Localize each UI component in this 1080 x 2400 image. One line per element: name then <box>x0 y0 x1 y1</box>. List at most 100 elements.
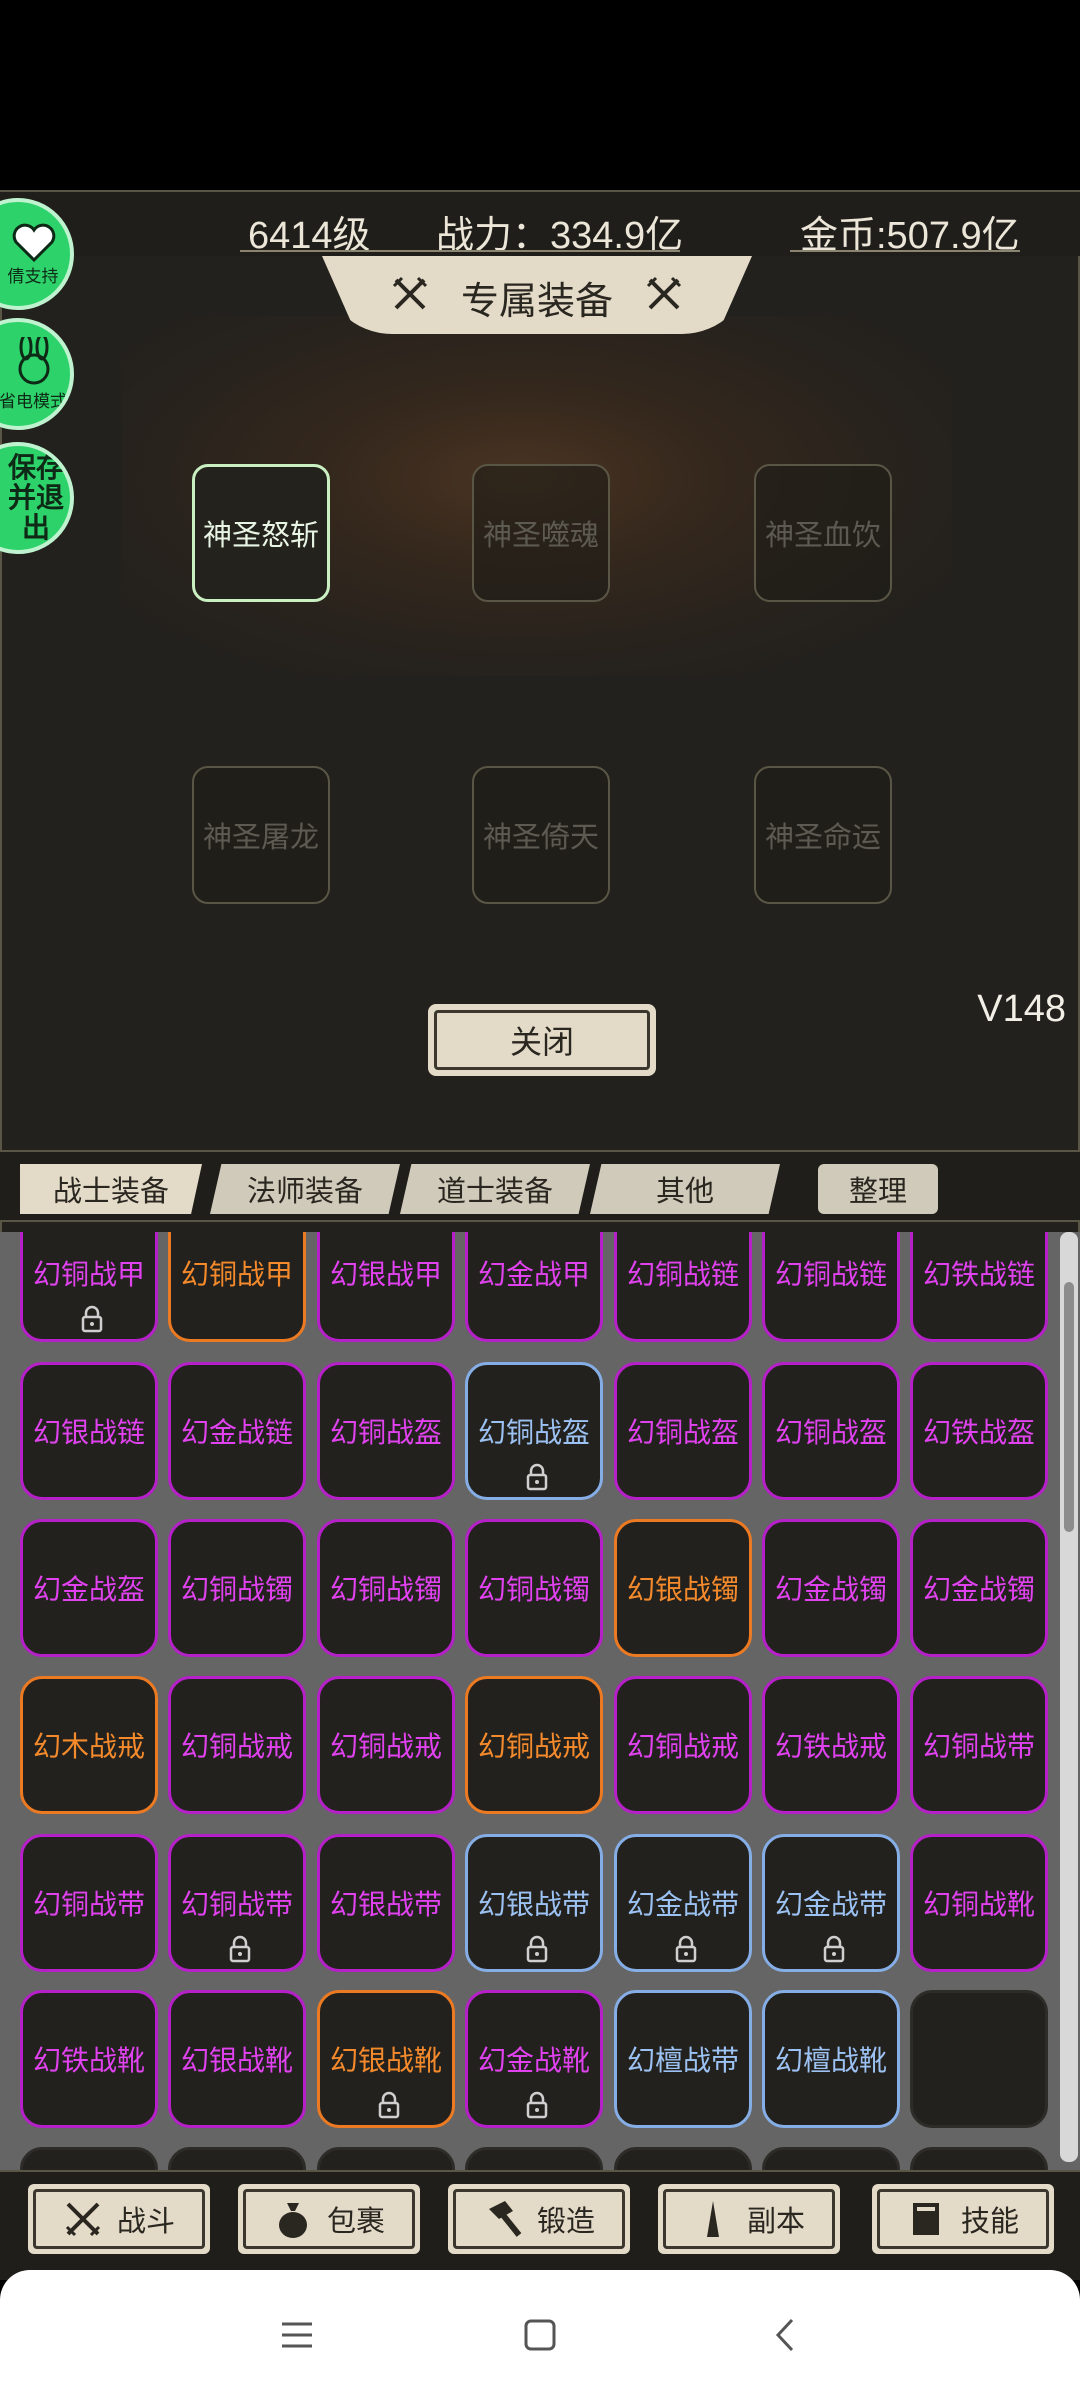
inventory-item[interactable]: 幻铜战镯 <box>465 1519 603 1657</box>
inventory-scrollbar[interactable] <box>1060 1232 1078 2162</box>
inventory-item[interactable]: 幻檀战带 <box>614 1990 752 2128</box>
inventory-item[interactable]: 幻铜战带 <box>168 1834 306 1972</box>
inventory-item[interactable]: 幻铜战靴 <box>910 1834 1048 1972</box>
inventory-item[interactable]: 幻金战带 <box>614 1834 752 1972</box>
nav-dungeon-button[interactable]: 副本 <box>658 2184 840 2254</box>
inventory-grid: 幻铜战甲 幻铜战甲 幻银战甲 幻金战甲 幻铜战链 幻铜战链 幻铁战链 幻银战链 幻金战链 幻铜战盔… <box>0 1232 1080 2172</box>
inventory-item[interactable]: 幻铜战链 <box>762 1232 900 1342</box>
close-button[interactable]: 关闭 <box>428 1004 656 1076</box>
inventory-item[interactable]: 幻银战靴 <box>168 1990 306 2128</box>
heart-icon <box>12 223 56 262</box>
tab-taoist-equipment[interactable]: 道士装备 <box>400 1164 590 1214</box>
stats-header: 6414级 战力：334.9亿 金币:507.9亿 <box>0 190 1080 257</box>
inventory-item[interactable]: 幻银战带 <box>317 1834 455 1972</box>
tab-other[interactable]: 其他 <box>590 1164 780 1214</box>
item-name: 幻金战镯 <box>922 1573 1035 1606</box>
exclusive-slot-6[interactable]: 神圣命运 <box>754 766 892 904</box>
inventory-item[interactable]: 幻铁战盔 <box>910 1362 1048 1500</box>
exclusive-slot-1[interactable]: 神圣怒斩 <box>192 464 330 602</box>
nav-battle-button[interactable]: 战斗 <box>28 2184 210 2254</box>
gold-divider <box>790 250 1020 252</box>
inventory-item[interactable]: 幻金战镯 <box>910 1519 1048 1657</box>
item-name: 幻檀战靴 <box>774 2044 887 2077</box>
nav-forge-button[interactable]: 锻造 <box>448 2184 630 2254</box>
inventory-item[interactable]: 幻银战带 <box>465 1834 603 1972</box>
nav-dungeon-label: 副本 <box>746 2204 805 2238</box>
exclusive-slot-3[interactable]: 神圣血饮 <box>754 464 892 602</box>
nav-skills-button[interactable]: 技能 <box>872 2184 1054 2254</box>
inventory-item[interactable] <box>168 2147 306 2172</box>
sort-button[interactable]: 整理 <box>818 1164 938 1214</box>
inventory-item[interactable] <box>614 2147 752 2172</box>
inventory-item[interactable]: 幻金战镯 <box>762 1519 900 1657</box>
lock-icon <box>526 1463 548 1491</box>
inventory-item[interactable]: 幻银战甲 <box>317 1232 455 1342</box>
inventory-item[interactable]: 幻铜战镯 <box>317 1519 455 1657</box>
inventory-item[interactable] <box>910 2147 1048 2172</box>
scrollbar-thumb[interactable] <box>1064 1282 1074 1532</box>
inventory-item[interactable]: 幻铜战戒 <box>317 1676 455 1814</box>
item-name: 幻铜战链 <box>774 1258 887 1291</box>
version-label: V148 <box>977 988 1066 1030</box>
item-name: 幻铁战链 <box>922 1258 1035 1291</box>
tab-mage-equipment[interactable]: 法师装备 <box>210 1164 400 1214</box>
inventory-item[interactable] <box>317 2147 455 2172</box>
item-name: 幻金战盔 <box>32 1573 145 1606</box>
item-name: 幻铁战盔 <box>922 1416 1035 1449</box>
nav-bag-button[interactable]: 包裹 <box>238 2184 420 2254</box>
menu-icon[interactable] <box>274 2312 320 2358</box>
exclusive-slot-5[interactable]: 神圣倚天 <box>472 766 610 904</box>
item-name: 幻银战靴 <box>329 2044 442 2077</box>
inventory-item[interactable]: 幻铜战链 <box>614 1232 752 1342</box>
game-screen: 6414级 战力：334.9亿 金币:507.9亿 专属装备 神圣怒斩 神圣噬魂… <box>0 190 1080 2280</box>
inventory-item[interactable]: 幻铜战甲 <box>168 1232 306 1342</box>
inventory-item[interactable]: 幻木战戒 <box>20 1676 158 1814</box>
item-name: 幻木战戒 <box>32 1730 145 1763</box>
inventory-item[interactable]: 幻铜战盔 <box>614 1362 752 1500</box>
inventory-item[interactable] <box>762 2147 900 2172</box>
inventory-item[interactable]: 幻金战链 <box>168 1362 306 1500</box>
nav-battle-label: 战斗 <box>116 2204 175 2238</box>
inventory-item[interactable]: 幻金战甲 <box>465 1232 603 1342</box>
inventory-item[interactable] <box>20 2147 158 2172</box>
inventory-item[interactable] <box>465 2147 603 2172</box>
inventory-item[interactable]: 幻铜战戒 <box>614 1676 752 1814</box>
item-name: 幻铜战戒 <box>180 1730 293 1763</box>
panel-title: 专属装备 <box>460 279 613 323</box>
inventory-item[interactable]: 幻檀战靴 <box>762 1990 900 2128</box>
item-name: 幻银战带 <box>329 1888 442 1921</box>
inventory-tab-bar: 战士装备 法师装备 道士装备 其他 整理 <box>0 1150 1080 1222</box>
panel-title-banner: 专属装备 <box>322 256 752 334</box>
inventory-item[interactable]: 幻铁战戒 <box>762 1676 900 1814</box>
inventory-item[interactable]: 幻铜战盔 <box>762 1362 900 1500</box>
inventory-item[interactable]: 幻金战带 <box>762 1834 900 1972</box>
inventory-item[interactable]: 幻金战靴 <box>465 1990 603 2128</box>
inventory-item[interactable]: 幻铁战链 <box>910 1232 1048 1342</box>
exclusive-slot-4[interactable]: 神圣屠龙 <box>192 766 330 904</box>
inventory-item[interactable]: 幻银战链 <box>20 1362 158 1500</box>
inventory-item[interactable]: 幻铜战镯 <box>168 1519 306 1657</box>
crossed-swords-icon <box>65 2202 101 2237</box>
inventory-item[interactable]: 幻铜战甲 <box>20 1232 158 1342</box>
hammer-icon <box>488 2201 522 2237</box>
item-name: 幻檀战带 <box>626 2044 739 2077</box>
inventory-item[interactable]: 幻铜战盔 <box>465 1362 603 1500</box>
inventory-item[interactable]: 幻铜战戒 <box>465 1676 603 1814</box>
inventory-item[interactable]: 幻铜战戒 <box>168 1676 306 1814</box>
item-name: 幻铜战链 <box>626 1258 739 1291</box>
item-name: 幻银战镯 <box>626 1573 739 1606</box>
home-icon[interactable] <box>517 2312 563 2358</box>
back-icon[interactable] <box>764 2312 810 2358</box>
inventory-item[interactable]: 幻银战靴 <box>317 1990 455 2128</box>
empty-inventory-slot[interactable] <box>910 1990 1048 2128</box>
inventory-item[interactable]: 幻金战盔 <box>20 1519 158 1657</box>
inventory-item[interactable]: 幻铜战带 <box>20 1834 158 1972</box>
tab-warrior-equipment[interactable]: 战士装备 <box>20 1164 202 1214</box>
inventory-item[interactable]: 幻铁战靴 <box>20 1990 158 2128</box>
exclusive-slot-2[interactable]: 神圣噬魂 <box>472 464 610 602</box>
inventory-item[interactable]: 幻铜战盔 <box>317 1362 455 1500</box>
inventory-item[interactable]: 幻铜战带 <box>910 1676 1048 1814</box>
item-name: 幻铜战带 <box>922 1730 1035 1763</box>
item-name: 幻铜战盔 <box>774 1416 887 1449</box>
inventory-item[interactable]: 幻银战镯 <box>614 1519 752 1657</box>
